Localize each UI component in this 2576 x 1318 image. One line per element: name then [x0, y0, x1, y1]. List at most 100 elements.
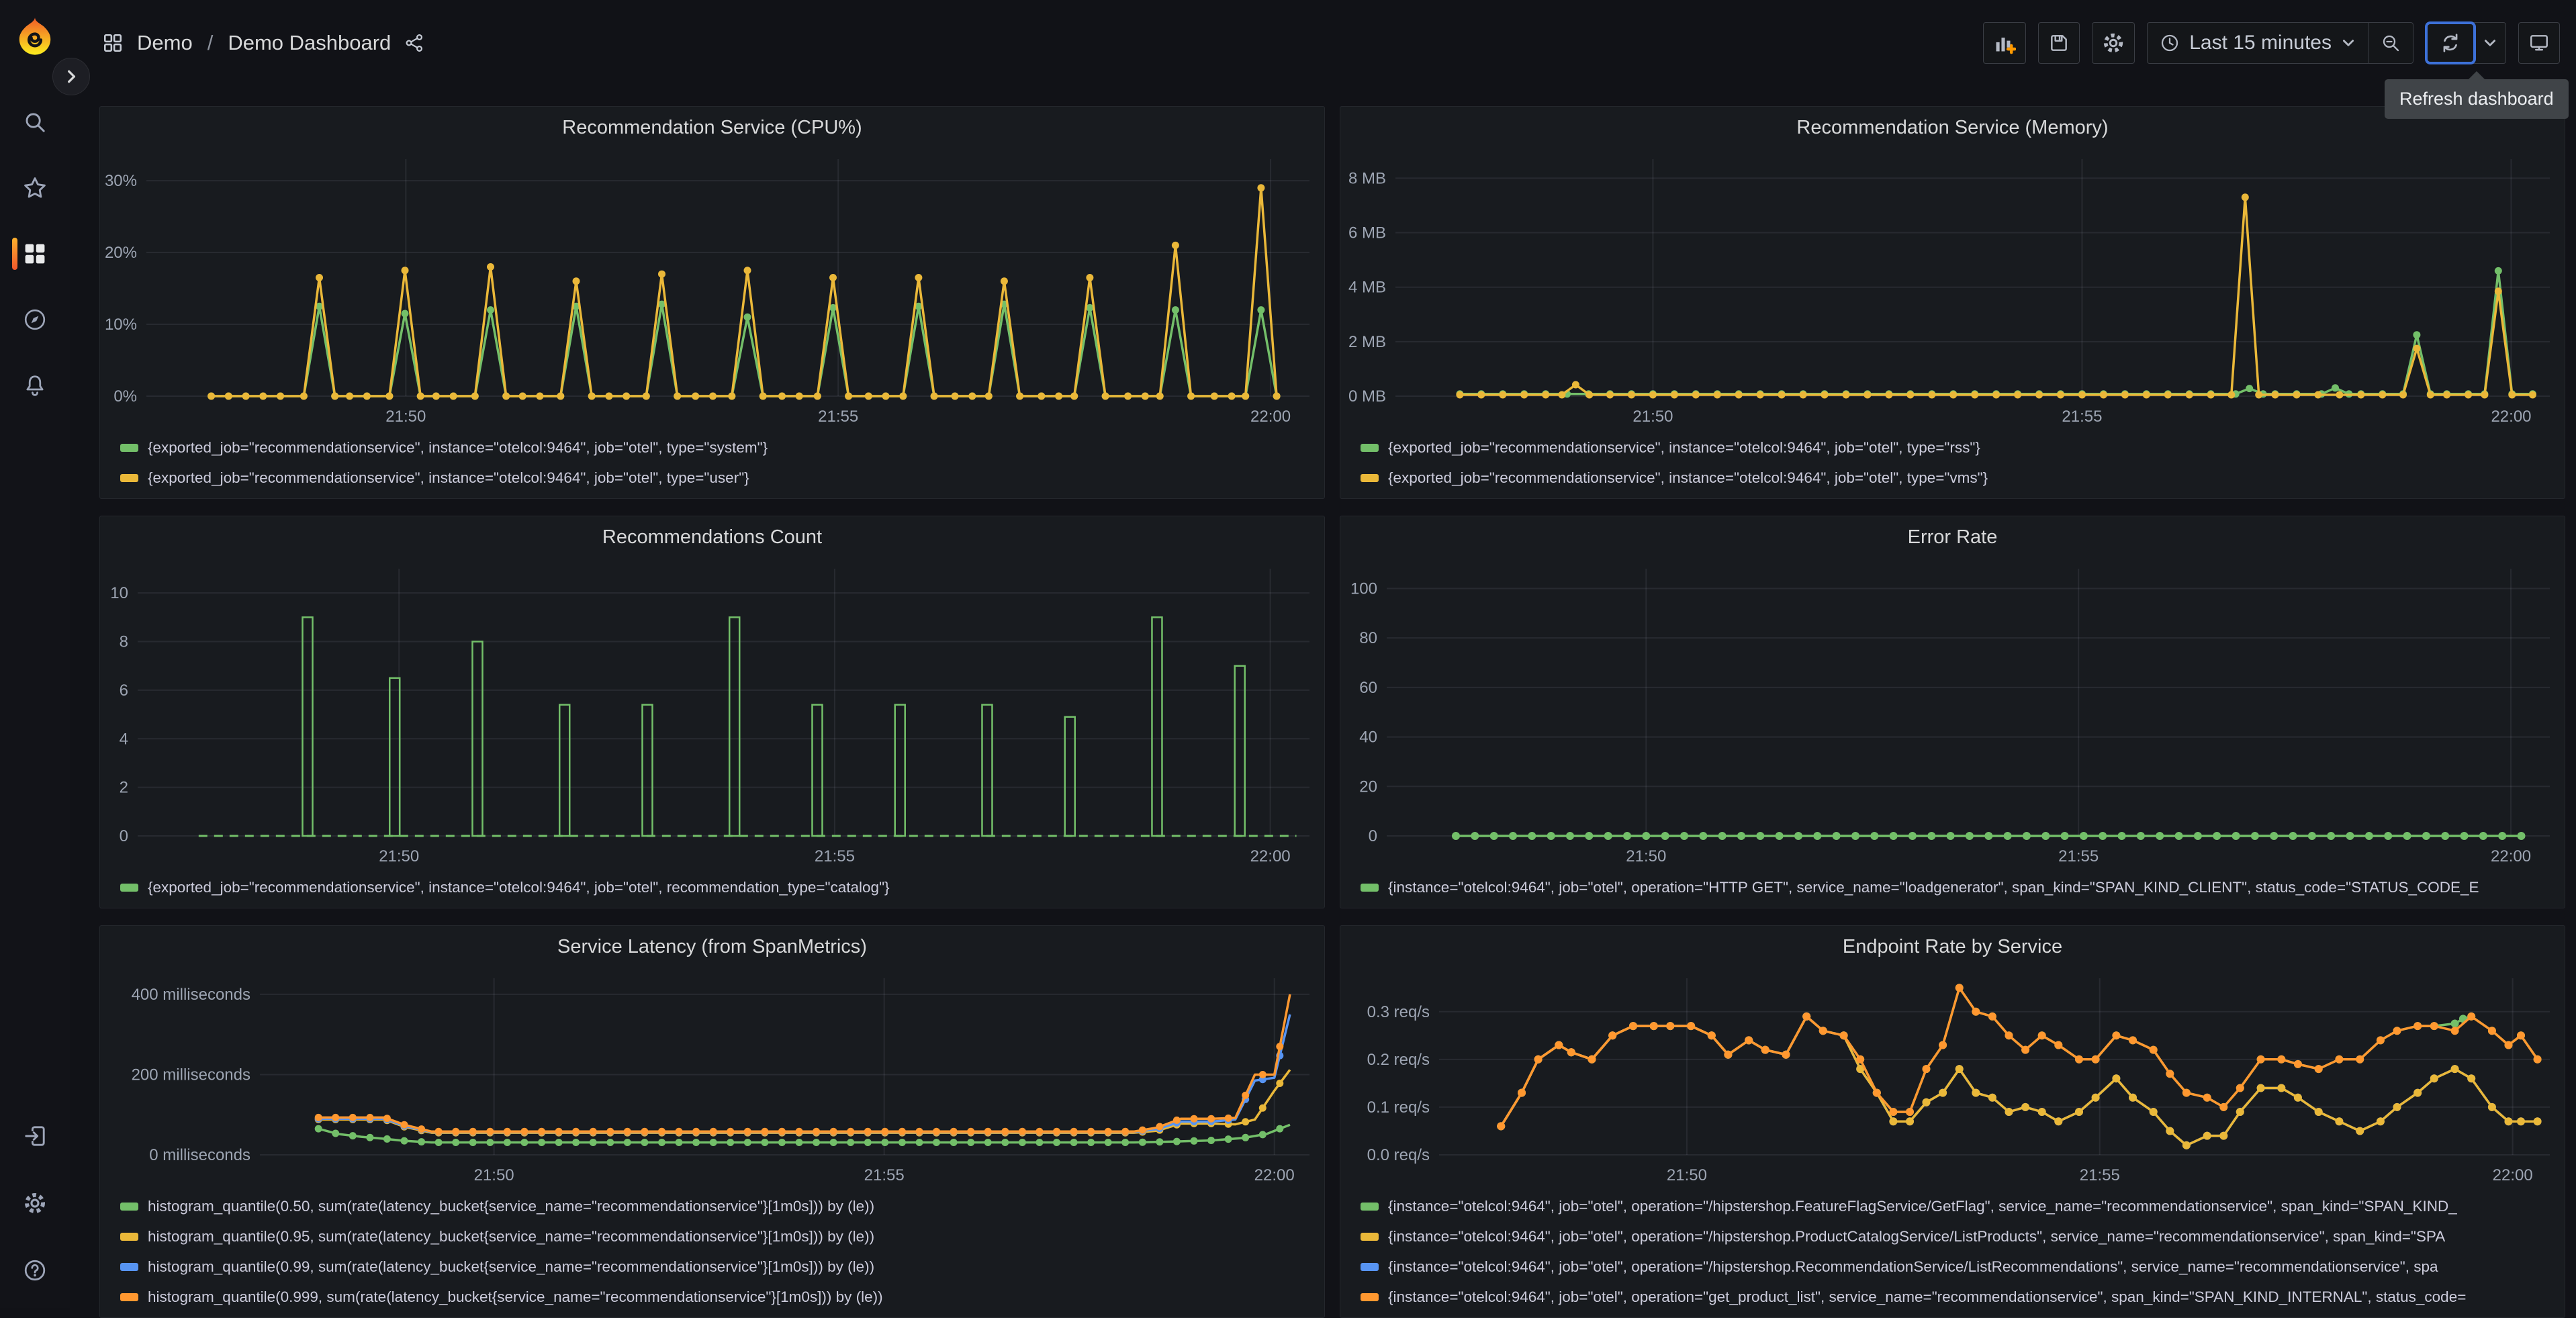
panel-endpoint-rate: Endpoint Rate by Service 21:5021:5522:00…	[1340, 925, 2565, 1318]
legend-swatch	[120, 1203, 138, 1211]
legend-item[interactable]: histogram_quantile(0.50, sum(rate(latenc…	[120, 1191, 1312, 1221]
svg-text:21:55: 21:55	[2062, 408, 2102, 426]
dashboard-toolbar: Last 15 minutes	[1983, 22, 2560, 64]
chart-canvas[interactable]: 21:5021:5522:000 milliseconds200 millise…	[100, 968, 1324, 1190]
legend-label: histogram_quantile(0.999, sum(rate(laten…	[148, 1288, 883, 1306]
explore-compass-icon	[23, 308, 47, 332]
panel-service-latency: Service Latency (from SpanMetrics) 21:50…	[99, 925, 1325, 1318]
legend-item[interactable]: {instance="otelcol:9464", job="otel", op…	[1361, 1252, 2552, 1282]
svg-text:4 MB: 4 MB	[1348, 279, 1386, 297]
dashboard-grid: Recommendation Service (CPU%) 21:5021:55…	[70, 106, 2576, 1318]
dashboard-settings-button[interactable]	[2092, 22, 2135, 64]
time-range-control: Last 15 minutes	[2147, 22, 2413, 64]
svg-text:400 milliseconds: 400 milliseconds	[132, 986, 250, 1004]
refresh-interval-dropdown[interactable]	[2475, 23, 2505, 63]
legend-label: {instance="otelcol:9464", job="otel", op…	[1388, 1228, 2445, 1245]
legend: {exported_job="recommendationservice", i…	[100, 871, 1324, 908]
sidebar-item-sign-in[interactable]	[0, 1123, 70, 1149]
star-icon	[23, 176, 47, 200]
chart-canvas[interactable]: 21:5021:5522:000%10%20%30%	[100, 148, 1324, 431]
sidebar-item-explore[interactable]	[0, 306, 70, 333]
legend: {instance="otelcol:9464", job="otel", op…	[1340, 1190, 2565, 1317]
sidebar-item-alerting[interactable]	[0, 372, 70, 399]
svg-text:21:50: 21:50	[1626, 847, 1666, 865]
svg-text:10: 10	[110, 584, 128, 602]
top-navigation: Demo / Demo Dashboard	[70, 0, 2576, 86]
legend-item[interactable]: {exported_job="recommendationservice", i…	[1361, 463, 2552, 493]
legend-item[interactable]: {instance="otelcol:9464", job="otel", op…	[1361, 1282, 2552, 1312]
legend-item[interactable]: {exported_job="recommendationservice", i…	[120, 463, 1312, 493]
legend-item[interactable]: {instance="otelcol:9464", job="otel", op…	[1361, 1191, 2552, 1221]
legend-swatch	[120, 884, 138, 892]
svg-text:200 milliseconds: 200 milliseconds	[132, 1066, 250, 1084]
legend-item[interactable]: {exported_job="recommendationservice", i…	[1361, 432, 2552, 463]
add-panel-icon	[1993, 32, 2016, 54]
svg-text:10%: 10%	[105, 316, 137, 334]
chart-canvas[interactable]: 21:5021:5522:000.0 req/s0.1 req/s0.2 req…	[1340, 968, 2565, 1190]
panel-title[interactable]: Recommendations Count	[100, 516, 1324, 558]
svg-text:0.3 req/s: 0.3 req/s	[1367, 1003, 1430, 1021]
svg-text:22:00: 22:00	[1250, 847, 1291, 865]
legend-item[interactable]: {exported_job="recommendationservice", i…	[120, 432, 1312, 463]
sign-in-icon	[23, 1124, 47, 1148]
legend-item[interactable]: {exported_job="recommendationservice", i…	[120, 872, 1312, 902]
sidebar-item-dashboards[interactable]	[0, 240, 70, 267]
legend-item[interactable]: {instance="otelcol:9464", job="otel", op…	[1361, 872, 2552, 902]
svg-text:4: 4	[120, 730, 128, 748]
chart-canvas[interactable]: 21:5021:5522:000246810	[100, 558, 1324, 871]
cycle-view-mode-button[interactable]	[2518, 22, 2560, 64]
save-dashboard-button[interactable]	[2038, 22, 2080, 64]
breadcrumb-section[interactable]: Demo	[137, 31, 193, 55]
legend-label: {instance="otelcol:9464", job="otel", op…	[1388, 1198, 2457, 1215]
svg-text:22:00: 22:00	[2493, 1166, 2533, 1184]
settings-gear-icon	[23, 1191, 47, 1215]
panel-title[interactable]: Endpoint Rate by Service	[1340, 926, 2565, 968]
refresh-dashboard-button[interactable]	[2428, 24, 2473, 62]
sidebar-expand-button[interactable]	[52, 58, 90, 95]
panel-title[interactable]: Recommendation Service (Memory)	[1340, 107, 2565, 148]
panel-recommendation-memory: Recommendation Service (Memory) 21:5021:…	[1340, 106, 2565, 499]
legend-swatch	[120, 1293, 138, 1301]
svg-text:21:55: 21:55	[2080, 1166, 2120, 1184]
chart-canvas[interactable]: 21:5021:5522:000 MB2 MB4 MB6 MB8 MB	[1340, 148, 2565, 431]
legend-swatch	[120, 1263, 138, 1271]
legend-item[interactable]: histogram_quantile(0.95, sum(rate(latenc…	[120, 1221, 1312, 1252]
legend: {exported_job="recommendationservice", i…	[1340, 431, 2565, 498]
cycle-view-monitor-icon	[2528, 32, 2550, 54]
time-range-picker[interactable]: Last 15 minutes	[2148, 23, 2368, 63]
sidebar-item-search[interactable]	[0, 109, 70, 136]
panel-title[interactable]: Error Rate	[1340, 516, 2565, 558]
chevron-down-icon	[2341, 36, 2356, 50]
legend-swatch	[120, 444, 138, 452]
svg-text:22:00: 22:00	[1250, 408, 1291, 426]
add-panel-button[interactable]	[1983, 22, 2026, 64]
svg-text:2: 2	[120, 779, 128, 797]
legend-label: histogram_quantile(0.99, sum(rate(latenc…	[148, 1258, 874, 1276]
breadcrumb-separator: /	[206, 31, 215, 55]
svg-text:6: 6	[120, 681, 128, 700]
panel-title[interactable]: Recommendation Service (CPU%)	[100, 107, 1324, 148]
svg-text:22:00: 22:00	[2491, 408, 2531, 426]
chart-canvas[interactable]: 21:5021:5522:00020406080100	[1340, 558, 2565, 871]
svg-text:80: 80	[1359, 629, 1377, 647]
sidebar	[0, 0, 70, 1308]
legend-label: histogram_quantile(0.50, sum(rate(latenc…	[148, 1198, 874, 1215]
zoom-out-time-button[interactable]	[2368, 23, 2413, 63]
panel-title[interactable]: Service Latency (from SpanMetrics)	[100, 926, 1324, 968]
help-icon	[23, 1258, 47, 1282]
svg-text:22:00: 22:00	[1254, 1166, 1295, 1184]
share-icon[interactable]	[404, 33, 424, 53]
legend-item[interactable]: histogram_quantile(0.999, sum(rate(laten…	[120, 1282, 1312, 1312]
sidebar-item-configuration[interactable]	[0, 1190, 70, 1217]
sidebar-item-help[interactable]	[0, 1257, 70, 1284]
grafana-logo-icon[interactable]	[14, 16, 56, 58]
breadcrumb-dashboard-title[interactable]: Demo Dashboard	[228, 31, 391, 55]
svg-text:2 MB: 2 MB	[1348, 333, 1386, 351]
legend-label: {exported_job="recommendationservice", i…	[148, 439, 768, 457]
legend-item[interactable]: {instance="otelcol:9464", job="otel", op…	[1361, 1221, 2552, 1252]
legend-item[interactable]: histogram_quantile(0.99, sum(rate(latenc…	[120, 1252, 1312, 1282]
breadcrumb: Demo / Demo Dashboard	[102, 31, 424, 55]
legend-label: histogram_quantile(0.95, sum(rate(latenc…	[148, 1228, 874, 1245]
dashboard-settings-gear-icon	[2102, 32, 2125, 54]
sidebar-item-starred[interactable]	[0, 175, 70, 201]
